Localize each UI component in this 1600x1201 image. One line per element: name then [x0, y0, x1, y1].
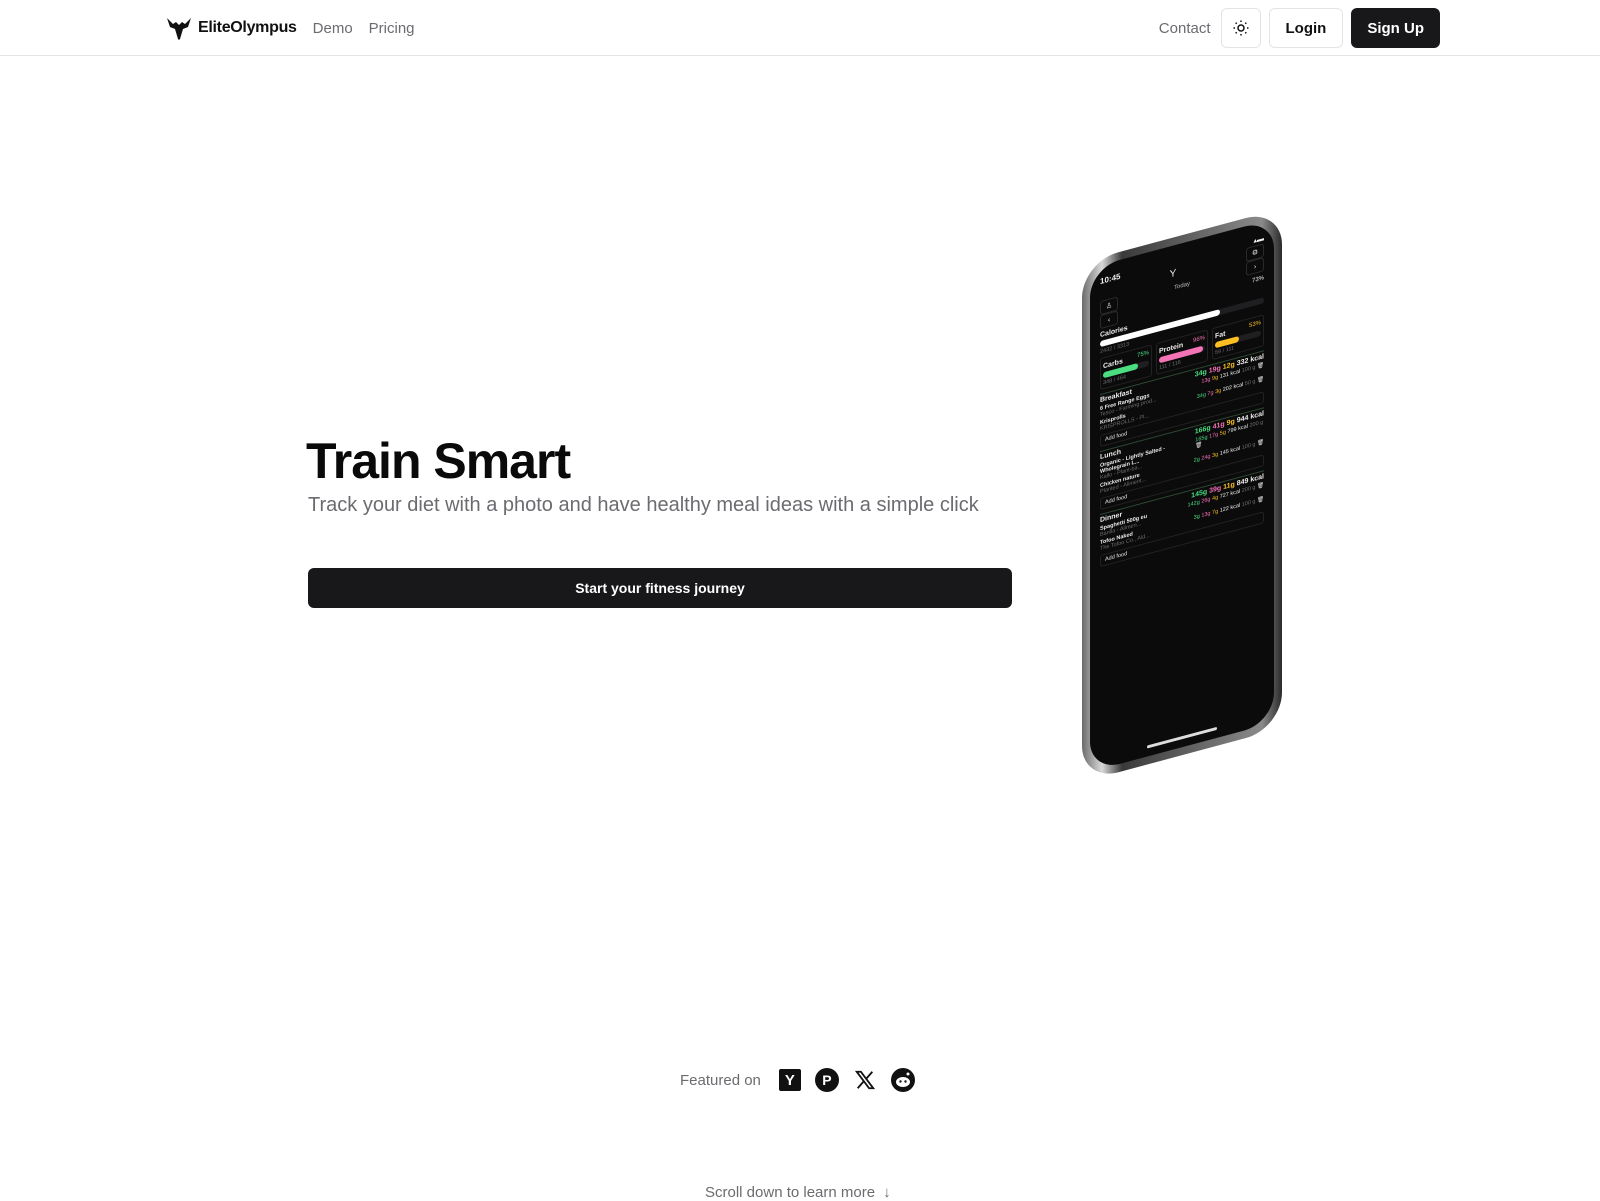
- food-protein: 24g: [1201, 453, 1211, 463]
- food-fat: 7g: [1212, 508, 1219, 517]
- food-carbs: 2g: [1193, 456, 1200, 465]
- phone-frame: 10:45 ▴▬ Y ⚙ ♙ Today › ‹ 73% Calories 24…: [1082, 208, 1282, 782]
- reddit-icon[interactable]: [890, 1068, 915, 1092]
- food-protein: 26g: [1201, 496, 1211, 506]
- nav-link-demo[interactable]: Demo: [313, 20, 353, 37]
- trash-icon: 🗑: [1257, 439, 1264, 448]
- arrow-down-icon: ↓: [883, 1184, 891, 1201]
- food-protein: 13g: [1201, 376, 1211, 386]
- nav-left: EliteOlympus Demo Pricing: [166, 0, 431, 56]
- ycombinator-icon[interactable]: Y: [778, 1069, 801, 1091]
- macro-pct: 75%: [1136, 350, 1149, 360]
- food-carbs: 34g: [1196, 391, 1206, 401]
- phone-screen: 10:45 ▴▬ Y ⚙ ♙ Today › ‹ 73% Calories 24…: [1090, 218, 1274, 772]
- macro-pct: 96%: [1192, 335, 1205, 345]
- trash-icon: 🗑: [1257, 376, 1264, 385]
- theme-toggle-button[interactable]: [1220, 8, 1261, 48]
- sun-icon: [1233, 20, 1248, 36]
- logo-link[interactable]: EliteOlympus: [166, 15, 297, 41]
- start-journey-button[interactable]: Start your fitness journey: [308, 568, 1012, 608]
- trash-icon: 🗑: [1257, 496, 1264, 505]
- login-button[interactable]: Login: [1268, 8, 1344, 48]
- macro-pct: 53%: [1248, 320, 1261, 330]
- scroll-hint-text: Scroll down to learn more: [705, 1184, 876, 1201]
- food-carbs: 3g: [1193, 513, 1200, 522]
- food-fat: 4g: [1212, 494, 1219, 503]
- home-indicator: [1147, 726, 1217, 749]
- day-label: Today: [1173, 281, 1190, 292]
- top-navbar: EliteOlympus Demo Pricing Contact Login …: [0, 0, 1600, 56]
- hero-subtitle: Track your diet with a photo and have he…: [308, 494, 979, 516]
- brand-name: EliteOlympus: [198, 19, 297, 36]
- signup-button[interactable]: Sign Up: [1351, 8, 1440, 48]
- x-icon[interactable]: [853, 1068, 877, 1092]
- food-fat: 3g: [1212, 451, 1219, 460]
- food-carbs: 142g: [1187, 499, 1200, 509]
- calories-pct: 73%: [1251, 275, 1264, 285]
- featured-label: Featured on: [680, 1071, 761, 1089]
- trash-icon: 🗑: [1257, 482, 1264, 491]
- food-protein: 17g: [1209, 431, 1219, 440]
- food-qty: 200 g: [1249, 419, 1264, 430]
- food-qty: 50 g: [1244, 378, 1256, 388]
- nav-right: Contact Login Sign Up: [1159, 0, 1440, 56]
- food-protein: 13g: [1201, 510, 1211, 520]
- producthunt-icon[interactable]: P: [814, 1068, 839, 1092]
- meal-fat: 9g: [1226, 418, 1235, 428]
- scroll-hint: Scroll down to learn more ↓: [705, 1184, 891, 1201]
- food-qty: 200 g: [1241, 484, 1256, 495]
- trash-icon: 🗑: [1257, 362, 1264, 371]
- featured-on: Featured on Y P: [680, 1064, 915, 1096]
- food-qty: 100 g: [1241, 498, 1256, 509]
- nav-link-pricing[interactable]: Pricing: [369, 20, 415, 37]
- hero-title: Train Smart: [306, 433, 571, 489]
- nav-link-contact[interactable]: Contact: [1159, 20, 1211, 37]
- app-logo-icon: Y: [1169, 267, 1177, 281]
- food-fat: 5g: [1219, 429, 1226, 438]
- phone-mockup: 10:45 ▴▬ Y ⚙ ♙ Today › ‹ 73% Calories 24…: [1072, 208, 1312, 804]
- food-qty: 100 g: [1241, 364, 1256, 375]
- food-fat: 3g: [1215, 387, 1222, 396]
- food-qty: 100 g: [1241, 441, 1256, 452]
- food-protein: 7g: [1207, 389, 1214, 398]
- food-fat: 9g: [1212, 374, 1219, 383]
- eliteolympus-logo-icon: [167, 18, 191, 40]
- trash-icon: 🗑: [1195, 441, 1203, 450]
